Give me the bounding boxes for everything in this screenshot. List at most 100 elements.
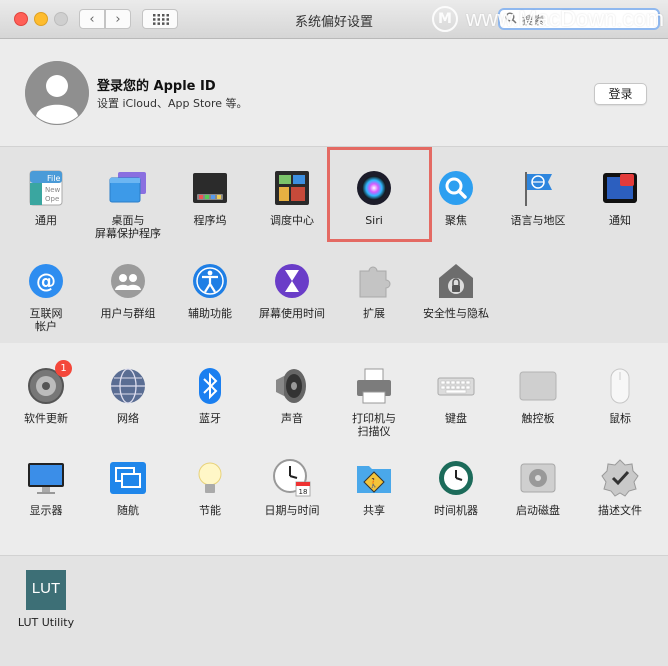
pref-pane-trackpad[interactable]: 触控板 [497,366,579,425]
user-silhouette-icon [25,61,89,125]
date-time-icon: 18 [272,458,312,498]
update-count-badge: 1 [55,360,72,377]
pref-pane-profiles[interactable]: 描述文件 [579,458,661,517]
pref-pane-desktop-screensaver[interactable]: 桌面与 屏幕保护程序 [87,168,169,240]
pref-pane-language-region[interactable]: 语言与地区 [497,168,579,227]
pref-pane-network[interactable]: 网络 [87,366,169,425]
pref-pane-label: 扩展 [363,307,385,320]
mouse-icon [600,366,640,406]
mission-control-icon [272,168,312,208]
lut-utility-icon: LUT [26,570,66,610]
pref-pane-sharing[interactable]: 🚶 共享 [333,458,415,517]
time-machine-icon [436,458,476,498]
keyboard-icon [436,366,476,406]
sign-in-button[interactable]: 登录 [594,83,647,105]
displays-icon [26,458,66,498]
energy-saver-icon [190,458,230,498]
pref-pane-users-groups[interactable]: 用户与群组 [87,261,169,320]
pref-pane-label: 显示器 [29,504,63,517]
pref-pane-label: 调度中心 [270,214,314,227]
svg-text:File: File [47,174,60,183]
bluetooth-icon [190,366,230,406]
pref-pane-label: 声音 [281,412,303,425]
sound-icon [272,366,312,406]
search-field[interactable] [498,8,660,30]
pref-pane-label: 网络 [117,412,139,425]
apple-id-title: 登录您的 Apple ID [97,79,216,94]
spotlight-icon [436,168,476,208]
network-icon [108,366,148,406]
pref-pane-software-update[interactable]: 1 软件更新 [5,360,87,425]
pref-pane-label: 软件更新 [24,412,68,425]
accessibility-icon [190,261,230,301]
pref-pane-startup-disk[interactable]: 启动磁盘 [497,458,579,517]
pref-pane-label: 蓝牙 [199,412,221,425]
pref-pane-sound[interactable]: 声音 [251,366,333,425]
extensions-icon [354,261,394,301]
pref-pane-bluetooth[interactable]: 蓝牙 [169,366,251,425]
profiles-icon [600,458,640,498]
pref-pane-energy-saver[interactable]: 节能 [169,458,251,517]
pref-pane-accessibility[interactable]: 辅助功能 [169,261,251,320]
internet-accounts-icon: @ [26,261,66,301]
pref-pane-label: 辅助功能 [188,307,232,320]
pref-pane-mission-control[interactable]: 调度中心 [251,168,333,227]
pref-pane-label: 语言与地区 [510,214,566,227]
language-region-icon [518,168,558,208]
pref-pane-label: LUT Utility [17,616,75,629]
pref-pane-label: 程序坞 [193,214,227,227]
pref-pane-general[interactable]: File New Ope 通用 [5,168,87,227]
pref-pane-label: 启动磁盘 [516,504,560,517]
pref-pane-label: 打印机与 扫描仪 [352,412,396,438]
pref-pane-label: 日期与时间 [264,504,320,517]
pref-pane-screen-time[interactable]: 屏幕使用时间 [251,261,333,320]
pref-pane-label: 屏幕使用时间 [259,307,325,320]
svg-text:@: @ [36,269,56,293]
pref-pane-label: 互联网 帐户 [29,307,63,333]
pref-pane-lut-utility[interactable]: LUT LUT Utility [5,570,87,629]
notifications-icon [600,168,640,208]
pref-pane-printers-scanners[interactable]: 打印机与 扫描仪 [333,366,415,438]
pref-pane-label: 鼠标 [609,412,631,425]
apple-id-subtitle: 设置 iCloud、App Store 等。 [97,97,248,110]
startup-disk-icon [518,458,558,498]
pref-pane-label: 共享 [363,504,385,517]
preferences-section-other [0,555,668,666]
pref-pane-label: 触控板 [521,412,555,425]
search-icon [505,12,517,24]
printers-scanners-icon [354,366,394,406]
lut-icon-text: LUT [31,580,61,597]
pref-pane-dock[interactable]: 程序坞 [169,168,251,227]
svg-text:Ope: Ope [45,195,59,203]
pref-pane-security-privacy[interactable]: 安全性与隐私 [415,261,497,320]
pref-pane-label: 描述文件 [598,504,642,517]
sharing-icon: 🚶 [354,458,394,498]
avatar[interactable] [25,61,89,125]
pref-pane-displays[interactable]: 显示器 [5,458,87,517]
trackpad-icon [518,366,558,406]
pref-pane-label: 随航 [117,504,139,517]
pref-pane-label: 安全性与隐私 [423,307,489,320]
pref-pane-label: 通用 [35,214,57,227]
pref-pane-label: 用户与群组 [100,307,156,320]
pref-pane-internet-accounts[interactable]: @ 互联网 帐户 [5,261,87,333]
pref-pane-label: 桌面与 屏幕保护程序 [95,214,161,240]
screen-time-icon [272,261,312,301]
general-icon: File New Ope [26,168,66,208]
pref-pane-time-machine[interactable]: 时间机器 [415,458,497,517]
pref-pane-mouse[interactable]: 鼠标 [579,366,661,425]
pref-pane-sidecar[interactable]: 随航 [87,458,169,517]
pref-pane-extensions[interactable]: 扩展 [333,261,415,320]
pref-pane-label: 节能 [199,504,221,517]
dock-icon [190,168,230,208]
users-groups-icon [108,261,148,301]
apple-id-section: 登录您的 Apple ID 设置 iCloud、App Store 等。 登录 [0,39,668,146]
pref-pane-notifications[interactable]: 通知 [579,168,661,227]
pref-pane-date-time[interactable]: 18 日期与时间 [251,458,333,517]
search-input[interactable] [520,11,654,29]
desktop-screensaver-icon [108,168,148,208]
svg-text:18: 18 [299,488,308,496]
pref-pane-label: 键盘 [445,412,467,425]
security-privacy-icon [436,261,476,301]
pref-pane-keyboard[interactable]: 键盘 [415,366,497,425]
